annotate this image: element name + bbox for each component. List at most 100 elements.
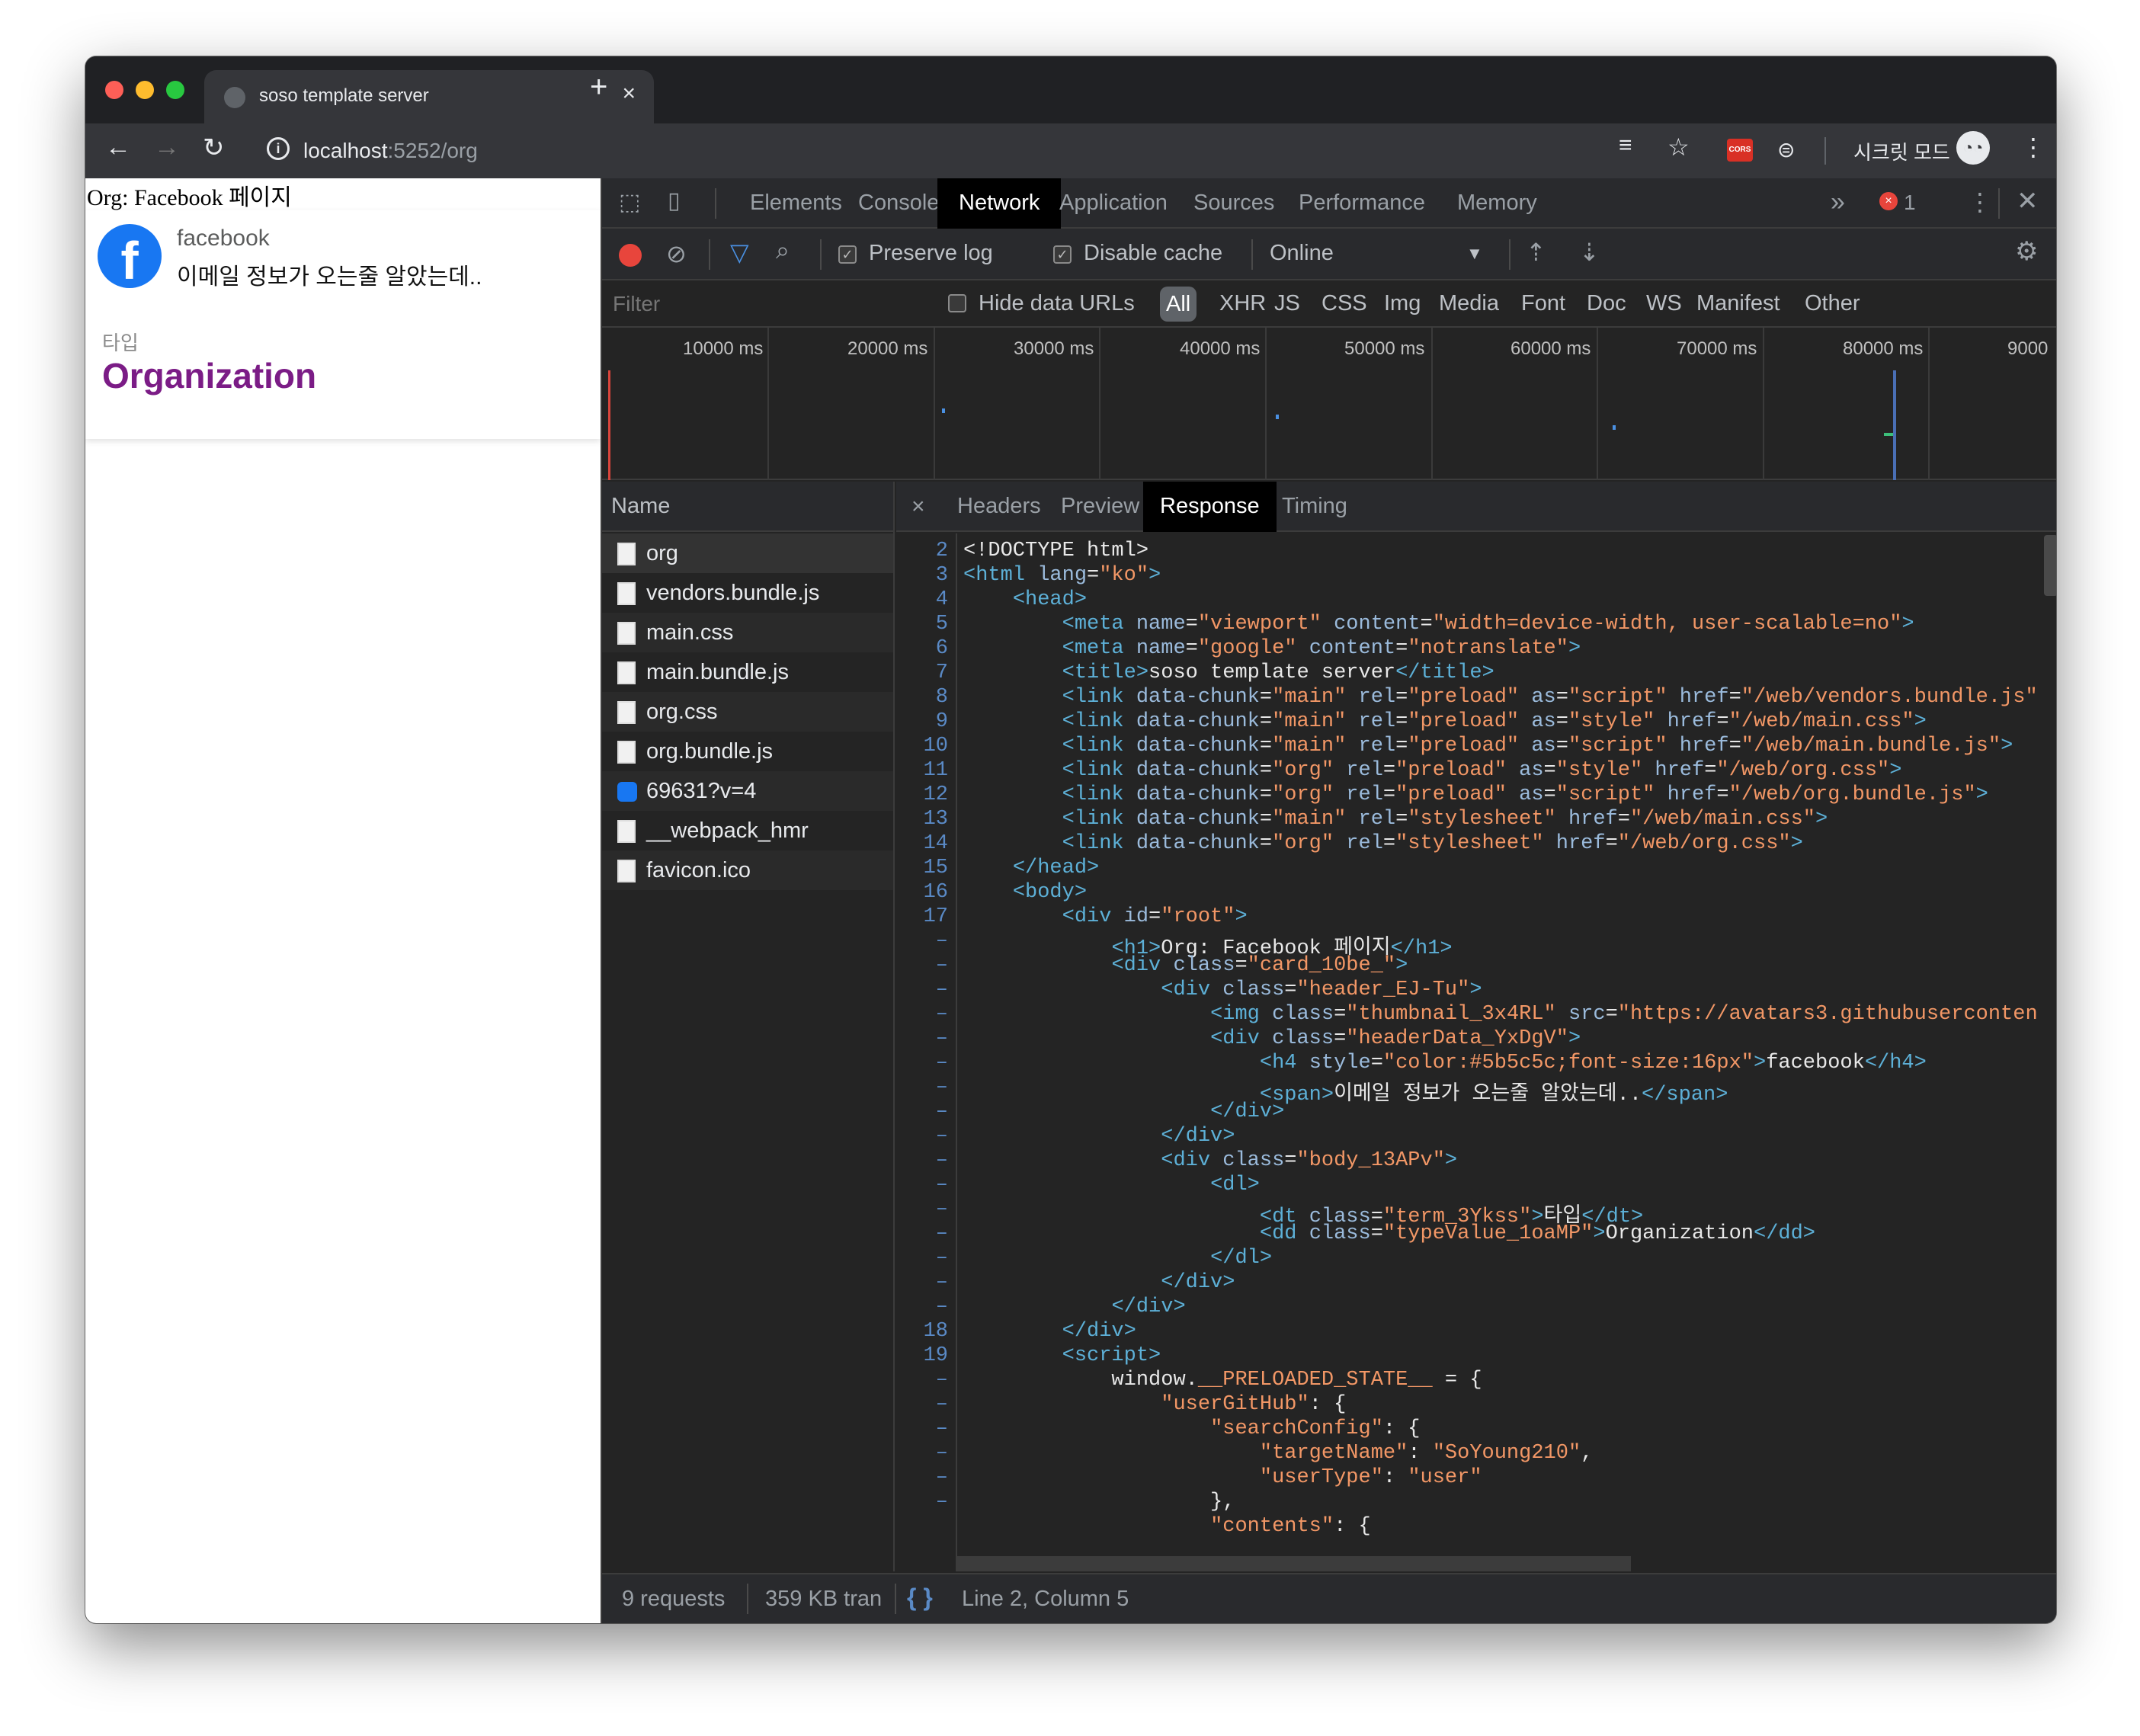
request-row[interactable]: main.css <box>602 613 893 652</box>
filter-media[interactable]: Media <box>1439 291 1499 316</box>
tab-bar: soso template server × + <box>85 56 2056 123</box>
divider <box>1509 239 1510 270</box>
import-har-icon[interactable]: ⇡ <box>1526 238 1546 267</box>
bookmark-star-icon[interactable]: ☆ <box>1667 133 1690 162</box>
export-har-icon[interactable]: ⇣ <box>1579 238 1600 267</box>
more-tabs-icon[interactable]: » <box>1831 187 1845 217</box>
line-number: – <box>935 1271 948 1294</box>
request-name: org <box>646 541 678 565</box>
minimize-window-button[interactable] <box>136 81 154 99</box>
request-row[interactable]: org.css <box>602 692 893 732</box>
tab-application[interactable]: Application <box>1038 178 1189 229</box>
network-overview-timeline[interactable]: 10000 ms 20000 ms 30000 ms 40000 ms 5000… <box>602 328 2056 480</box>
close-details-icon[interactable]: × <box>911 494 925 520</box>
request-row[interactable]: 69631?v=4 <box>602 771 893 811</box>
line-number: 10 <box>923 735 948 757</box>
filter-other[interactable]: Other <box>1805 291 1860 316</box>
pretty-print-icon[interactable]: { } <box>907 1584 933 1612</box>
record-button[interactable] <box>619 244 642 267</box>
filter-manifest[interactable]: Manifest <box>1696 291 1780 316</box>
line-number: 11 <box>923 759 948 782</box>
line-number: – <box>935 1466 948 1489</box>
code-line: <!DOCTYPE html> <box>963 540 1149 562</box>
line-number: – <box>935 1247 948 1270</box>
request-details-panel: × Headers Preview Response Timing 2 3 4 … <box>896 482 2056 1571</box>
request-row[interactable]: __webpack_hmr <box>602 811 893 850</box>
extension-icon[interactable]: ⊜ <box>1777 137 1795 162</box>
disable-cache-label: Disable cache <box>1084 241 1223 265</box>
devtools-menu-icon[interactable]: ⋮ <box>1968 187 1992 216</box>
incognito-avatar-icon[interactable]: ◔◔ <box>1956 131 1990 165</box>
back-arrow-icon[interactable]: ← <box>105 133 131 162</box>
filter-ws[interactable]: WS <box>1646 291 1682 316</box>
tab-timing[interactable]: Timing <box>1265 482 1364 532</box>
document-icon <box>617 543 636 565</box>
code-line: <link data-chunk="main" rel="stylesheet"… <box>1062 808 1828 831</box>
filter-js[interactable]: JS <box>1274 291 1300 316</box>
code-line: <div class="card_10be_"> <box>1111 954 1408 977</box>
preserve-log-checkbox[interactable]: ✓ <box>838 245 857 264</box>
browser-tab[interactable]: soso template server × <box>204 70 654 123</box>
zoom-window-button[interactable] <box>166 81 184 99</box>
device-toolbar-icon[interactable]: ▯ <box>668 187 681 214</box>
network-toolbar: ⊘ ▽ ⌕ ✓ Preserve log ✓ Disable cache Onl… <box>602 229 2056 280</box>
tab-memory[interactable]: Memory <box>1436 178 1559 229</box>
code-line: </head> <box>1012 857 1100 879</box>
network-status-bar: 9 requests 359 KB tran { } Line 2, Colum… <box>602 1573 2056 1623</box>
filter-img[interactable]: Img <box>1384 291 1421 316</box>
cors-extension-icon[interactable]: CORS <box>1727 139 1753 162</box>
close-window-button[interactable] <box>105 81 123 99</box>
request-name: vendors.bundle.js <box>646 581 820 605</box>
line-number: 7 <box>935 661 948 684</box>
line-number: 15 <box>923 857 948 879</box>
code-line: <link data-chunk="main" rel="preload" as… <box>1062 710 1927 733</box>
error-count[interactable]: 1 <box>1904 191 1916 215</box>
code-line: </div> <box>1062 1320 1136 1343</box>
address-bar[interactable]: i localhost:5252/org <box>258 131 1622 171</box>
line-number: 14 <box>923 832 948 855</box>
request-row-selected[interactable]: org <box>602 533 893 573</box>
code-line: }, <box>963 1491 1235 1513</box>
tab-preview[interactable]: Preview <box>1044 482 1156 532</box>
type-value: Organization <box>102 356 317 396</box>
request-row[interactable]: favicon.ico <box>602 850 893 890</box>
filter-font[interactable]: Font <box>1521 291 1565 316</box>
request-name: main.bundle.js <box>646 660 789 684</box>
filter-all[interactable]: All <box>1160 287 1197 322</box>
tab-headers[interactable]: Headers <box>940 482 1058 532</box>
error-icon[interactable]: × <box>1879 192 1898 210</box>
response-source-code[interactable]: <!DOCTYPE html> <html lang="ko"> <head> … <box>963 533 2045 1571</box>
filter-funnel-icon[interactable]: ▽ <box>730 238 749 267</box>
filter-doc[interactable]: Doc <box>1587 291 1626 316</box>
tab-performance[interactable]: Performance <box>1277 178 1446 229</box>
site-info-icon[interactable]: i <box>267 137 290 160</box>
throttling-select[interactable]: Online <box>1270 241 1334 266</box>
request-row[interactable]: org.bundle.js <box>602 732 893 771</box>
reader-list-icon[interactable]: ≡ <box>1619 133 1632 159</box>
close-devtools-icon[interactable]: ✕ <box>2017 186 2039 216</box>
hide-data-urls-checkbox[interactable] <box>948 294 966 312</box>
search-icon[interactable]: ⌕ <box>776 236 790 265</box>
request-row[interactable]: main.bundle.js <box>602 652 893 692</box>
toolbar-divider <box>1824 137 1826 165</box>
new-tab-button[interactable]: + <box>590 70 607 104</box>
horizontal-scrollbar[interactable] <box>957 1556 1631 1571</box>
tab-response[interactable]: Response <box>1143 482 1277 532</box>
name-column-header[interactable]: Name <box>602 482 893 532</box>
request-name: org.css <box>646 700 718 724</box>
chevron-down-icon[interactable]: ▼ <box>1466 244 1483 264</box>
menu-kebab-icon[interactable]: ⋮ <box>2021 133 2045 162</box>
filter-xhr[interactable]: XHR <box>1219 291 1266 316</box>
inspect-element-icon[interactable]: ⬚ <box>619 189 640 216</box>
vertical-scrollbar[interactable] <box>2044 535 2056 596</box>
clear-icon[interactable]: ⊘ <box>666 239 687 268</box>
network-settings-gear-icon[interactable]: ⚙ <box>2015 236 2038 267</box>
filter-css[interactable]: CSS <box>1321 291 1367 316</box>
facebook-logo-icon: f <box>98 224 162 288</box>
forward-arrow-icon[interactable]: → <box>154 133 180 162</box>
close-tab-icon[interactable]: × <box>622 81 636 107</box>
request-row[interactable]: vendors.bundle.js <box>602 573 893 613</box>
filter-input[interactable] <box>607 288 919 320</box>
reload-icon[interactable]: ↻ <box>203 133 225 163</box>
disable-cache-checkbox[interactable]: ✓ <box>1053 245 1072 264</box>
